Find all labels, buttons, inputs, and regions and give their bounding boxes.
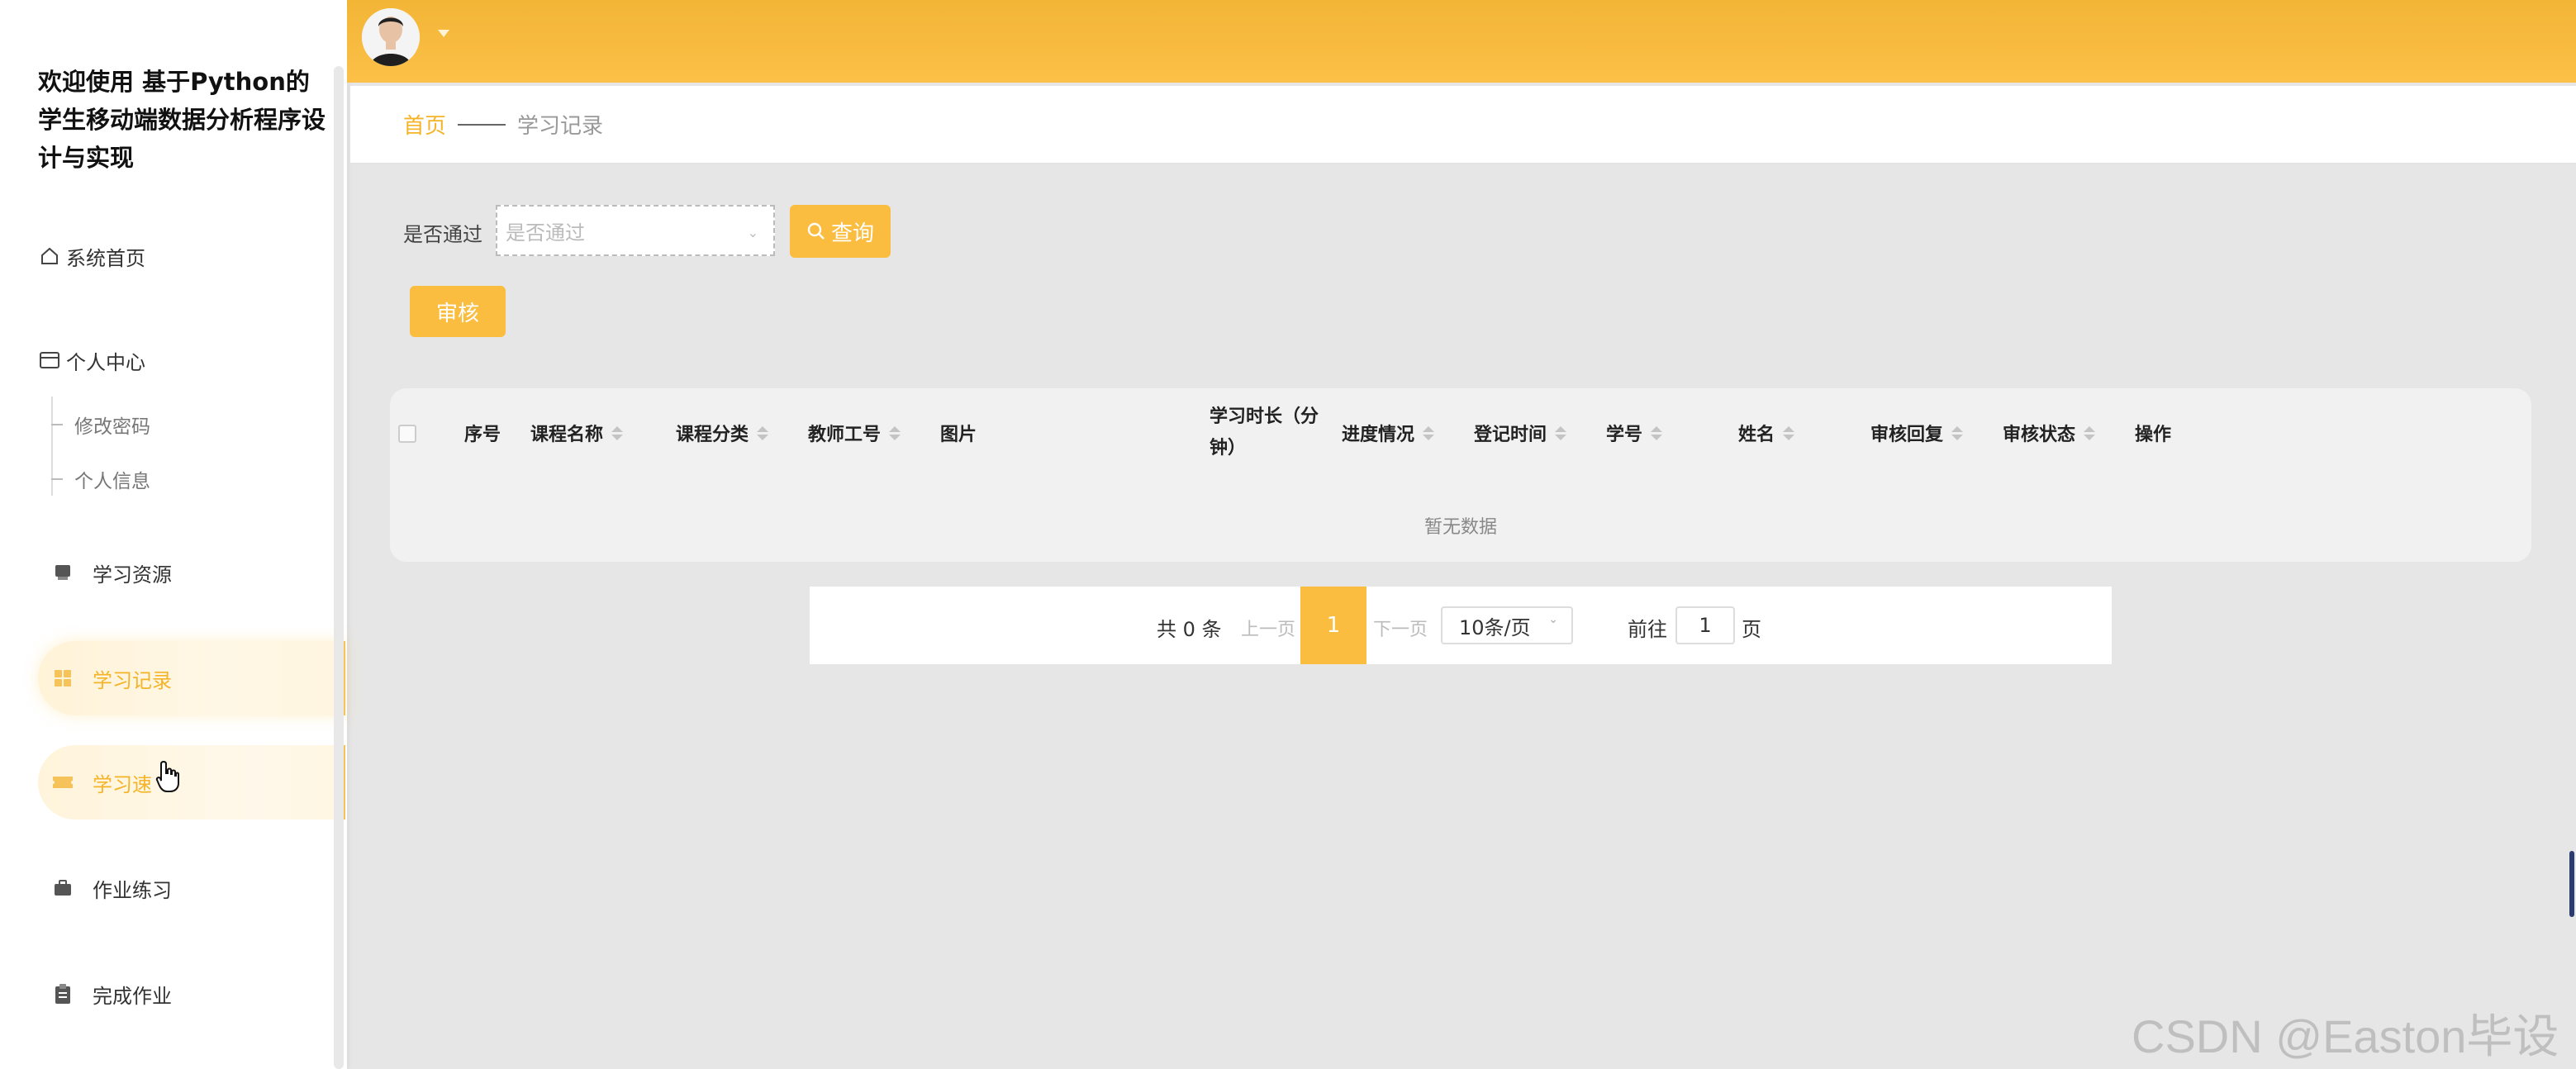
next-page-button[interactable]: 下一页 xyxy=(1373,615,1428,641)
breadcrumb-separator xyxy=(458,123,506,126)
sidebar-item-label: 完成作业 xyxy=(93,984,172,1008)
sidebar-item-home[interactable]: 系统首页 xyxy=(38,240,145,273)
sidebar-item-resources[interactable]: 学习资源 xyxy=(38,535,345,610)
prev-page-button[interactable]: 上一页 xyxy=(1241,615,1295,641)
column-header-review-reply[interactable]: 审核回复 xyxy=(1870,388,1964,477)
column-header-progress[interactable]: 进度情况 xyxy=(1342,388,1435,477)
sidebar-item-homework-practice[interactable]: 作业练习 xyxy=(38,851,345,925)
pass-filter-select[interactable]: 是否通过 ⌄ xyxy=(496,205,775,256)
sort-icon xyxy=(889,425,901,440)
pagination-total: 共 0 条 xyxy=(1157,618,1222,641)
sidebar-subitem-label: 个人信息 xyxy=(74,471,150,492)
hand-cursor-icon xyxy=(155,760,179,792)
pass-filter-label: 是否通过 xyxy=(403,223,482,246)
sidebar-scrollbar[interactable] xyxy=(334,66,344,1069)
breadcrumb-home[interactable]: 首页 xyxy=(403,109,446,140)
top-bar xyxy=(347,0,2576,83)
ticket-icon xyxy=(50,769,76,796)
sort-icon xyxy=(2084,425,2096,440)
pagination: 共 0 条 上一页 1 下一页 10条/页 ⌄ 前往 1 页 xyxy=(810,587,2112,664)
column-header-name[interactable]: 姓名 xyxy=(1738,388,1795,477)
column-header-student-id[interactable]: 学号 xyxy=(1606,388,1663,477)
goto-label: 前往 xyxy=(1628,618,1667,641)
column-header-study-duration: 学习时长（分 钟） xyxy=(1210,406,1319,458)
sidebar-item-label: 个人中心 xyxy=(66,350,145,374)
sidebar-item-study-speed[interactable]: 学习速 xyxy=(38,745,345,820)
column-header-register-time[interactable]: 登记时间 xyxy=(1474,388,1567,477)
pass-filter-placeholder: 是否通过 xyxy=(506,221,585,245)
search-icon xyxy=(807,222,825,240)
clipboard-icon xyxy=(50,981,76,1007)
app-title: 欢迎使用 基于Python的学生移动端数据分析程序设计与实现 xyxy=(38,68,326,172)
sort-icon xyxy=(1651,425,1663,440)
sidebar-subitem-personal-info[interactable]: 个人信息 xyxy=(51,464,150,494)
sort-icon xyxy=(1783,425,1795,440)
sidebar-item-personal[interactable]: 个人中心 xyxy=(38,344,145,377)
sidebar-item-label: 系统首页 xyxy=(66,246,145,270)
briefcase-icon xyxy=(50,875,76,901)
grid-icon xyxy=(50,665,76,691)
sidebar: 欢迎使用 基于Python的学生移动端数据分析程序设计与实现 系统首页 个人中心… xyxy=(0,0,347,1069)
sidebar-subitem-label: 修改密码 xyxy=(74,416,150,438)
sort-icon xyxy=(611,425,624,440)
sort-icon xyxy=(757,425,769,440)
page-button-current[interactable]: 1 xyxy=(1300,587,1366,664)
book-icon xyxy=(50,559,76,586)
column-header-course-name[interactable]: 课程名称 xyxy=(530,388,624,477)
chevron-down-icon: ⌄ xyxy=(747,225,758,240)
chevron-down-icon: ⌄ xyxy=(1548,613,1558,626)
records-table: 序号 课程名称 课程分类 教师工号 图片 学习时长（分 钟） 进度情况 登记时间 … xyxy=(390,388,2531,562)
sort-icon xyxy=(1951,425,1964,440)
card-icon xyxy=(38,349,61,372)
goto-page-input[interactable]: 1 xyxy=(1675,606,1735,644)
page-size-value: 10条/页 xyxy=(1459,615,1531,639)
sort-icon xyxy=(1423,425,1435,440)
sort-icon xyxy=(1555,425,1567,440)
column-header-course-category[interactable]: 课程分类 xyxy=(676,388,769,477)
column-header-index: 序号 xyxy=(464,425,501,445)
avatar[interactable] xyxy=(362,8,420,66)
sidebar-item-study-records[interactable]: 学习记录 xyxy=(38,641,345,715)
edge-scroll-handle[interactable] xyxy=(2569,851,2574,917)
chevron-down-icon[interactable] xyxy=(438,30,449,37)
search-button-label: 查询 xyxy=(830,221,874,246)
breadcrumb-current: 学习记录 xyxy=(517,114,604,139)
sidebar-item-label: 学习资源 xyxy=(93,563,172,587)
column-header-review-status[interactable]: 审核状态 xyxy=(2003,388,2096,477)
search-button[interactable]: 查询 xyxy=(790,205,891,258)
home-icon xyxy=(38,245,61,268)
column-header-image: 图片 xyxy=(940,425,977,445)
sidebar-item-label: 作业练习 xyxy=(93,878,172,902)
sidebar-subitem-change-password[interactable]: 修改密码 xyxy=(51,410,150,439)
select-all-checkbox[interactable] xyxy=(398,425,416,443)
column-header-teacher-id[interactable]: 教师工号 xyxy=(808,388,901,477)
breadcrumb: 首页 学习记录 xyxy=(350,86,2576,164)
sidebar-item-complete-homework[interactable]: 完成作业 xyxy=(38,957,345,1031)
column-header-actions: 操作 xyxy=(2135,425,2172,445)
page-size-select[interactable]: 10条/页 ⌄ xyxy=(1441,606,1573,644)
watermark: CSDN @Easton毕设 xyxy=(2132,1010,2559,1062)
sidebar-item-label: 学习记录 xyxy=(93,668,172,692)
goto-unit: 页 xyxy=(1742,618,1761,641)
review-button[interactable]: 审核 xyxy=(410,286,506,337)
empty-text: 暂无数据 xyxy=(1423,517,1497,538)
sidebar-item-label: 学习速 xyxy=(93,772,152,796)
